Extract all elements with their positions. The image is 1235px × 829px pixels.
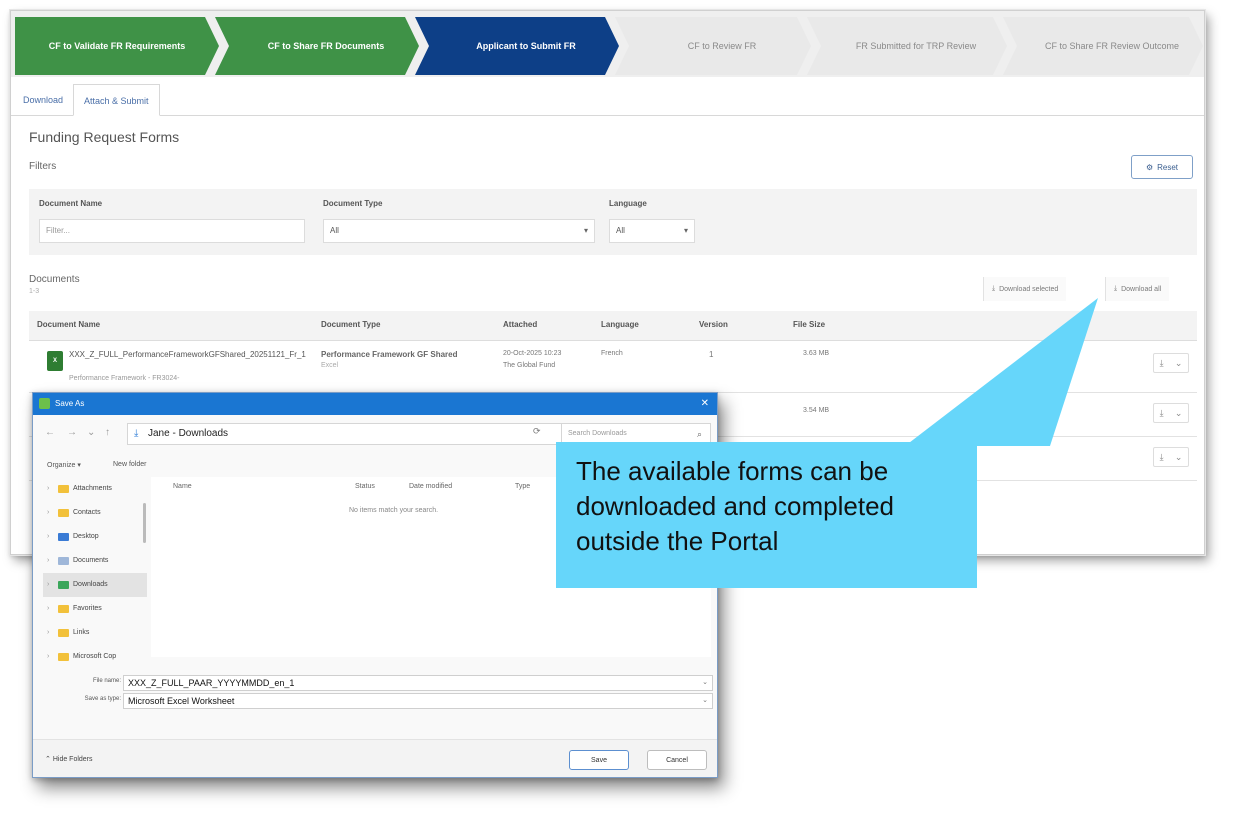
callout-line: The available forms can be bbox=[576, 456, 889, 486]
annotation-callout: The available forms can be downloaded an… bbox=[556, 442, 977, 588]
callout-line: outside the Portal bbox=[576, 526, 779, 556]
callout-line: downloaded and completed bbox=[576, 491, 895, 521]
callout-pointer bbox=[905, 298, 1098, 446]
